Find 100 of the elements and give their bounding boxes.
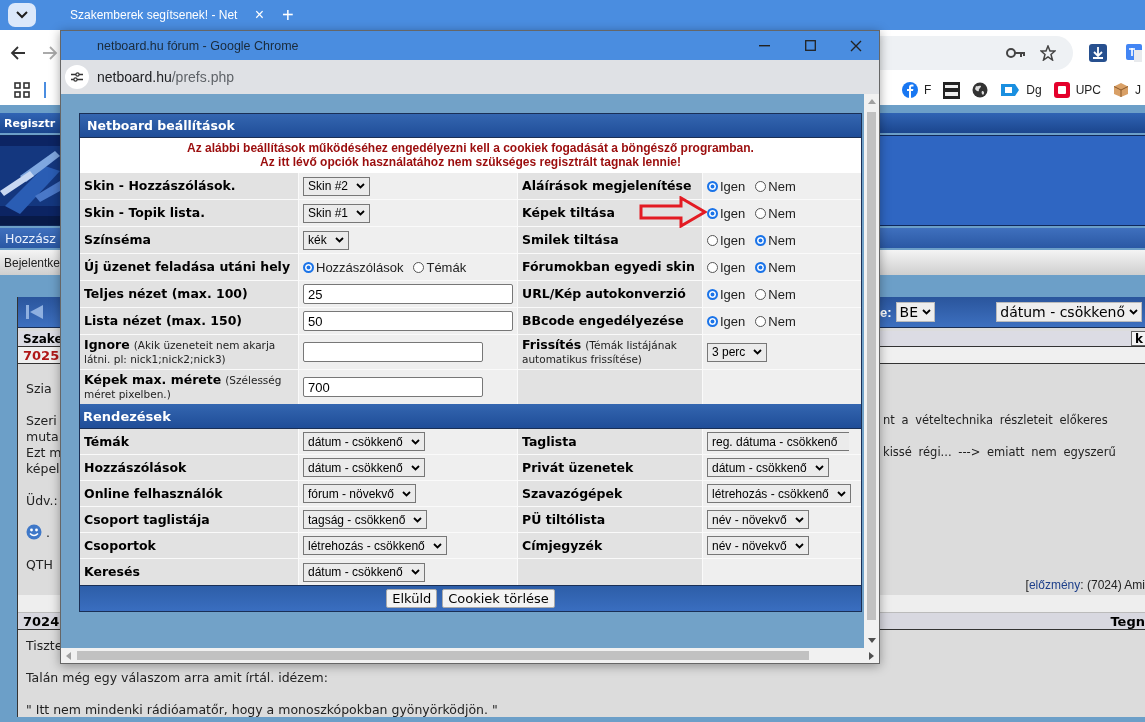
setting-label: Fórumokban egyedi skin	[518, 254, 702, 280]
dropdown[interactable]: dátum - csökkenő	[707, 458, 829, 477]
radio-option[interactable]: Nem	[755, 259, 796, 275]
setting-label: Képek max. mérete (Szélesség méret pixelben.)	[80, 370, 298, 404]
caret-icon	[794, 516, 804, 523]
radio-option[interactable]: Témák	[413, 259, 467, 275]
chevron-down-icon	[16, 11, 28, 19]
dropdown[interactable]: fórum - növekvő	[303, 484, 417, 503]
dropdown[interactable]: Skin #2	[303, 176, 371, 196]
post-text: nt a vételtechnika részleteit előkeres	[883, 413, 1109, 427]
radio-option[interactable]: Igen	[707, 259, 746, 275]
form-button[interactable]: Cookiek törlése	[442, 589, 555, 608]
translate-icon[interactable]	[1126, 43, 1142, 62]
scroll-right-icon[interactable]	[869, 651, 874, 660]
post-text: Üdv.:	[26, 492, 58, 508]
dropdown[interactable]: Skin #1	[303, 203, 371, 223]
bookmark[interactable]	[972, 82, 989, 98]
bookmark[interactable]: J	[1113, 82, 1141, 98]
dropdown[interactable]: BE	[895, 302, 935, 322]
setting-label: Smilek tiltása	[518, 227, 702, 253]
bookmark[interactable]: Dg	[1000, 83, 1042, 97]
caret-icon	[410, 438, 420, 445]
radio-option[interactable]: Nem	[755, 232, 796, 248]
setting-label: Ignore (Akik üzeneteit nem akarja látni. pl: nick1;nick2;nick3)	[80, 335, 298, 369]
dropdown[interactable]: dátum - csökkenő	[303, 432, 425, 451]
scrollbar-thumb[interactable]	[867, 112, 876, 620]
radio-option[interactable]: Nem	[755, 178, 796, 194]
dropdown[interactable]: tagság - csökkenő	[303, 510, 428, 529]
caret-icon	[814, 464, 824, 471]
notice-text: Az alábbi beállítások működéséhez engedélyezni kell a cookiek fogadását a böngésző programban.	[186, 141, 755, 155]
caret-icon	[753, 349, 763, 355]
download-icon[interactable]	[1089, 43, 1107, 62]
nav-link[interactable]: Hozzász	[5, 230, 56, 246]
input-field[interactable]	[303, 342, 483, 362]
radio-option[interactable]: Nem	[755, 286, 796, 302]
dropdown[interactable]: név - növekvő	[707, 510, 809, 529]
radio-option[interactable]: Igen	[707, 232, 746, 248]
bookmark[interactable]: UPC	[1053, 82, 1101, 98]
camera-logo-icon	[943, 81, 961, 99]
key-icon[interactable]	[1006, 46, 1026, 59]
caret-icon	[836, 490, 846, 497]
dropdown[interactable]: név - növekvő	[707, 536, 809, 555]
apps-grid-icon[interactable]	[14, 82, 30, 98]
caret-icon	[402, 490, 412, 497]
setting-label: Hozzászólások	[80, 455, 298, 480]
forward-icon[interactable]	[42, 44, 58, 61]
form-button[interactable]: Elküld	[386, 589, 438, 608]
bookmark[interactable]: F	[901, 82, 932, 98]
minimize-icon	[758, 44, 770, 47]
back-icon[interactable]	[10, 44, 26, 61]
setting-label: Skin - Topik lista.	[80, 200, 298, 226]
dropdown[interactable]: létrehozás - csökkenő	[303, 536, 447, 555]
setting-label: Csoport taglistája	[80, 507, 298, 532]
dropdown[interactable]: dátum - csökkenő	[996, 302, 1142, 322]
radio-option[interactable]: Igen	[707, 178, 746, 194]
dropdown[interactable]: 3 perc	[707, 342, 768, 362]
radio-option[interactable]: Nem	[755, 313, 796, 329]
reply-reference: [előzmény: (7024) Ami	[1025, 578, 1145, 592]
scroll-down-icon[interactable]	[867, 638, 876, 643]
search-button[interactable]: k	[1131, 331, 1145, 346]
input-field[interactable]: 50	[303, 311, 513, 331]
tab-search-button[interactable]	[8, 3, 36, 27]
setting-label: BBcode engedélyezése	[518, 308, 702, 334]
caret-icon	[356, 183, 366, 189]
setting-label: Online felhasználók	[80, 481, 298, 506]
scrollbar[interactable]	[61, 648, 879, 663]
radio-option[interactable]: Hozzászólások	[303, 259, 404, 275]
dropdown[interactable]: létrehozás - csökkenő	[707, 484, 851, 503]
setting-label: Taglista	[518, 429, 702, 454]
radio-option[interactable]: Igen	[707, 313, 746, 329]
caret-icon	[413, 516, 423, 523]
setting-label: Privát üzenetek	[518, 455, 702, 480]
first-page-icon[interactable]	[26, 304, 44, 320]
radio-option[interactable]: Igen	[707, 286, 746, 302]
setting-label: Skin - Hozzászólások.	[80, 173, 298, 199]
url-text[interactable]: netboard.hu/prefs.php	[97, 69, 234, 85]
login-link[interactable]: Bejelentke	[4, 255, 61, 270]
scrollbar-thumb[interactable]	[77, 651, 809, 660]
radio-option[interactable]: Igen	[707, 205, 746, 221]
dropdown[interactable]: dátum - csökkenő	[303, 458, 425, 477]
input-field[interactable]: 25	[303, 284, 513, 304]
site-settings-button[interactable]	[65, 65, 89, 89]
maximize-icon	[804, 40, 816, 51]
dropdown[interactable]: reg. dátuma - csökkenő	[707, 432, 850, 451]
post-text: Talán még egy válaszom arra amit írtál. idézem:	[26, 669, 329, 685]
dropdown[interactable]: dátum - csökkenő	[303, 562, 425, 582]
input-field[interactable]: 700	[303, 377, 483, 397]
smiley-icon	[26, 524, 42, 540]
radio-option[interactable]: Nem	[755, 205, 796, 221]
bookmark[interactable]	[943, 81, 961, 99]
caret-icon	[356, 210, 366, 216]
globe-icon	[972, 82, 989, 98]
setting-label: Képek tiltása	[518, 200, 702, 226]
post-text: képel	[26, 460, 60, 476]
notice-text: Az itt lévő opciók használatához nem szükséges regisztrált tagnak lennie!	[259, 155, 682, 169]
post-text: kissé régi... ---> emiatt nem egyszerű	[883, 445, 1117, 459]
star-icon[interactable]	[1040, 44, 1056, 61]
scrollbar[interactable]	[864, 94, 879, 648]
header-link[interactable]: Regisztr	[4, 116, 56, 130]
dropdown[interactable]: kék	[303, 230, 349, 250]
